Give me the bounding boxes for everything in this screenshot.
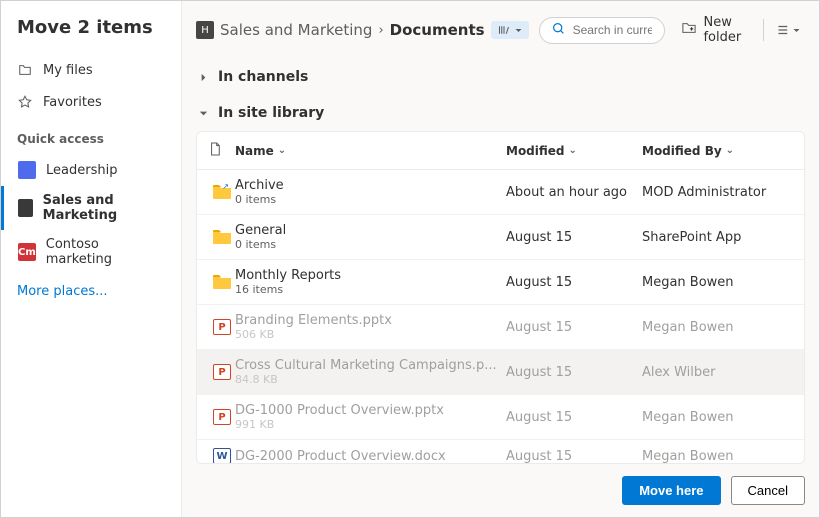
shortcut-badge-icon: ↗ [222, 182, 229, 191]
nav-my-files[interactable]: My files [1, 54, 181, 86]
new-folder-label: New folder [703, 15, 747, 45]
section-in-site-library[interactable]: In site library [196, 95, 805, 131]
chevron-right-icon [196, 70, 210, 84]
file-list: Name⌄ Modified⌄ Modified By⌄ ↗ Archive0 … [196, 131, 805, 464]
item-subtext: 506 KB [235, 328, 506, 341]
item-modified-by: Megan Bowen [642, 275, 792, 290]
powerpoint-icon: P [213, 364, 231, 380]
item-modified: August 15 [506, 320, 642, 335]
file-row: P Cross Cultural Marketing Campaigns.p..… [197, 350, 804, 395]
sidebar-item-sales-and-marketing[interactable]: Sales and Marketing [1, 186, 181, 230]
item-modified: August 15 [506, 410, 642, 425]
folder-icon [17, 62, 33, 78]
move-here-button[interactable]: Move here [622, 476, 720, 505]
item-modified: August 15 [506, 365, 642, 380]
item-name: Monthly Reports [235, 268, 506, 283]
chevron-down-icon: ⌄ [726, 145, 734, 156]
item-subtext: 991 KB [235, 418, 506, 431]
chevron-down-icon [514, 26, 523, 35]
item-modified-by: Megan Bowen [642, 449, 792, 464]
powerpoint-icon: P [213, 409, 231, 425]
nav-label: Favorites [43, 95, 102, 110]
breadcrumb-site[interactable]: Sales and Marketing [220, 21, 372, 39]
chevron-down-icon [792, 26, 801, 35]
chevron-down-icon [196, 106, 210, 120]
item-name: DG-1000 Product Overview.pptx [235, 403, 506, 418]
file-row: P Branding Elements.pptx506 KB August 15… [197, 305, 804, 350]
list-icon [774, 23, 790, 37]
folder-icon [212, 274, 232, 290]
search-icon [552, 22, 565, 39]
breadcrumb: H Sales and Marketing › Documents [196, 21, 529, 39]
star-icon [17, 94, 33, 110]
sidebar-item-contoso-marketing[interactable]: Cm Contoso marketing [1, 230, 181, 274]
item-modified-by: Alex Wilber [642, 365, 792, 380]
item-subtext: 16 items [235, 283, 506, 296]
item-modified-by: Megan Bowen [642, 410, 792, 425]
site-icon: Cm [18, 243, 36, 261]
item-modified-by: MOD Administrator [642, 185, 792, 200]
library-selector[interactable] [491, 21, 529, 39]
item-name: Branding Elements.pptx [235, 313, 506, 328]
site-icon [18, 199, 33, 217]
section-label: In site library [218, 105, 324, 121]
chevron-down-icon: ⌄ [569, 145, 577, 156]
sidebar-item-leadership[interactable]: Leadership [1, 154, 181, 186]
column-modified[interactable]: Modified⌄ [506, 142, 642, 159]
folder-row[interactable]: General0 items August 15 SharePoint App [197, 215, 804, 260]
item-name: General [235, 223, 506, 238]
page-title: Move 2 items [1, 17, 181, 54]
item-modified: About an hour ago [506, 185, 642, 200]
powerpoint-icon: P [213, 319, 231, 335]
file-row: P DG-1000 Product Overview.pptx991 KB Au… [197, 395, 804, 440]
library-icon [497, 24, 511, 36]
item-subtext: 84.8 KB [235, 373, 506, 386]
column-name[interactable]: Name⌄ [235, 142, 506, 159]
chevron-right-icon: › [378, 23, 383, 38]
breadcrumb-library[interactable]: Documents [390, 21, 485, 39]
site-icon: H [196, 21, 214, 39]
view-options-button[interactable] [763, 19, 805, 41]
file-row: W DG-2000 Product Overview.docx August 1… [197, 440, 804, 463]
folder-row[interactable]: Monthly Reports16 items August 15 Megan … [197, 260, 804, 305]
item-name: Archive [235, 178, 506, 193]
chevron-down-icon: ⌄ [278, 145, 286, 156]
item-subtext: 0 items [235, 238, 506, 251]
section-in-channels[interactable]: In channels [196, 59, 805, 95]
sidebar-item-label: Sales and Marketing [43, 193, 165, 223]
folder-icon [212, 229, 232, 245]
file-type-icon[interactable] [209, 142, 235, 159]
more-places-link[interactable]: More places... [1, 274, 181, 309]
sidebar-item-label: Leadership [46, 163, 117, 178]
item-name: Cross Cultural Marketing Campaigns.p... [235, 358, 506, 373]
new-folder-button[interactable]: New folder [675, 11, 753, 49]
item-modified: August 15 [506, 230, 642, 245]
folder-row[interactable]: ↗ Archive0 items About an hour ago MOD A… [197, 170, 804, 215]
section-label: In channels [218, 69, 308, 85]
list-header: Name⌄ Modified⌄ Modified By⌄ [197, 132, 804, 170]
quick-access-heading: Quick access [1, 118, 181, 154]
cancel-button[interactable]: Cancel [731, 476, 805, 505]
item-modified: August 15 [506, 449, 642, 464]
item-subtext: 0 items [235, 193, 506, 206]
nav-favorites[interactable]: Favorites [1, 86, 181, 118]
column-modified-by[interactable]: Modified By⌄ [642, 142, 792, 159]
search-input-wrapper[interactable] [539, 17, 666, 44]
search-input[interactable] [573, 23, 653, 37]
item-name: DG-2000 Product Overview.docx [235, 449, 506, 464]
site-icon [18, 161, 36, 179]
item-modified: August 15 [506, 275, 642, 290]
sidebar-item-label: Contoso marketing [46, 237, 165, 267]
new-folder-icon [681, 21, 697, 39]
word-icon: W [213, 448, 231, 463]
item-modified-by: SharePoint App [642, 230, 792, 245]
item-modified-by: Megan Bowen [642, 320, 792, 335]
nav-label: My files [43, 63, 93, 78]
